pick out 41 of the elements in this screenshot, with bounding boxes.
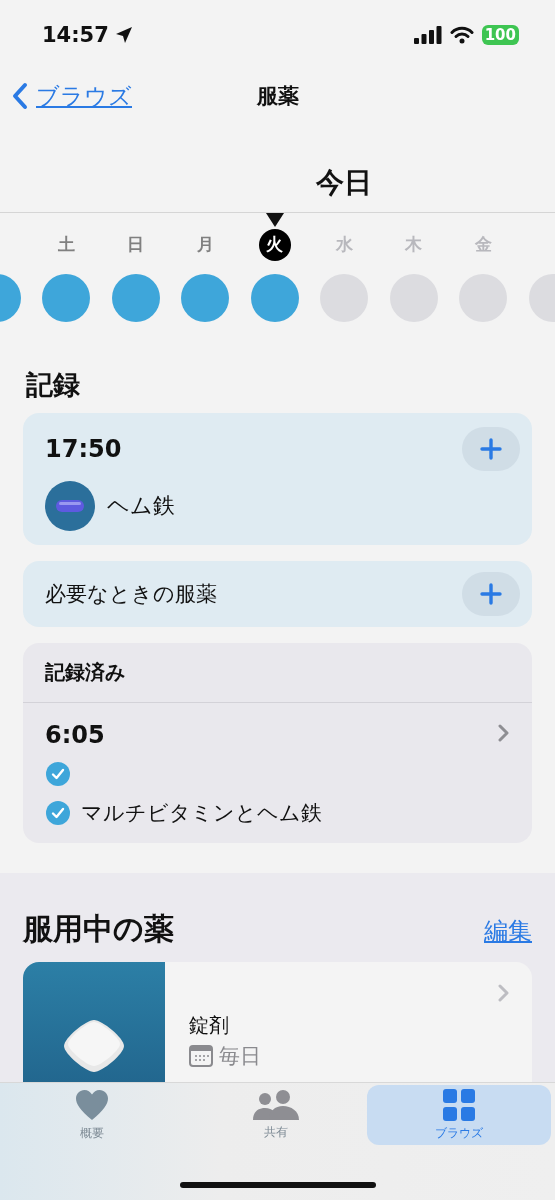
capsule-icon <box>45 481 95 531</box>
logged-medication: マルチビタミンとヘム鉄 <box>81 800 322 827</box>
wifi-icon <box>449 26 474 45</box>
back-chevron-icon <box>12 82 28 111</box>
scheduled-dose-card[interactable]: 17:50 ヘム鉄 <box>23 413 532 545</box>
calendar-icon <box>189 1045 213 1067</box>
heart-icon <box>74 1088 109 1121</box>
nav-title: 服薬 <box>256 83 299 111</box>
plus-icon <box>480 583 502 605</box>
tab-bar-item[interactable]: ブラウズ <box>367 1085 551 1145</box>
plus-icon <box>480 438 502 460</box>
logged-time: 6:05 <box>45 721 105 749</box>
day-label[interactable]: 火 <box>258 228 291 261</box>
back-button[interactable]: ブラウズ <box>12 81 132 112</box>
edit-link[interactable]: 編集 <box>484 915 532 947</box>
section-title: 記録 <box>26 368 81 402</box>
battery-level: 100 <box>481 25 519 46</box>
chevron-icon <box>498 984 510 1002</box>
section-title: 服用中の薬 <box>23 910 174 948</box>
chevron-icon <box>498 724 510 742</box>
medication-name: ヘム鉄 <box>107 492 175 520</box>
dose-time: 17:50 <box>45 435 122 463</box>
grid-icon <box>443 1088 476 1121</box>
people-icon <box>252 1089 299 1120</box>
day-label[interactable]: 土 <box>57 233 75 257</box>
medication-form: 錠剤 <box>189 1012 230 1039</box>
location-arrow-icon <box>114 26 133 45</box>
date-title: 今日 <box>316 164 372 201</box>
medication-schedule: 毎日 <box>219 1043 261 1069</box>
day-label[interactable]: 日 <box>127 233 145 257</box>
logged-title: 記録済み <box>45 660 125 684</box>
as-needed-label: 必要なときの服薬 <box>45 581 217 608</box>
status-time: 14:57 <box>42 23 109 48</box>
signal-icon <box>413 26 442 45</box>
add-button[interactable] <box>462 572 520 616</box>
tab-bar-item[interactable]: 共有 <box>183 1085 368 1145</box>
medication-card[interactable]: 錠剤 毎日 <box>23 962 532 1082</box>
as-needed-card[interactable]: 必要なときの服薬 <box>23 561 532 627</box>
tab-bar-item[interactable]: 概要 <box>0 1085 184 1145</box>
add-button[interactable] <box>462 427 520 471</box>
day-label[interactable]: 月 <box>196 233 214 257</box>
